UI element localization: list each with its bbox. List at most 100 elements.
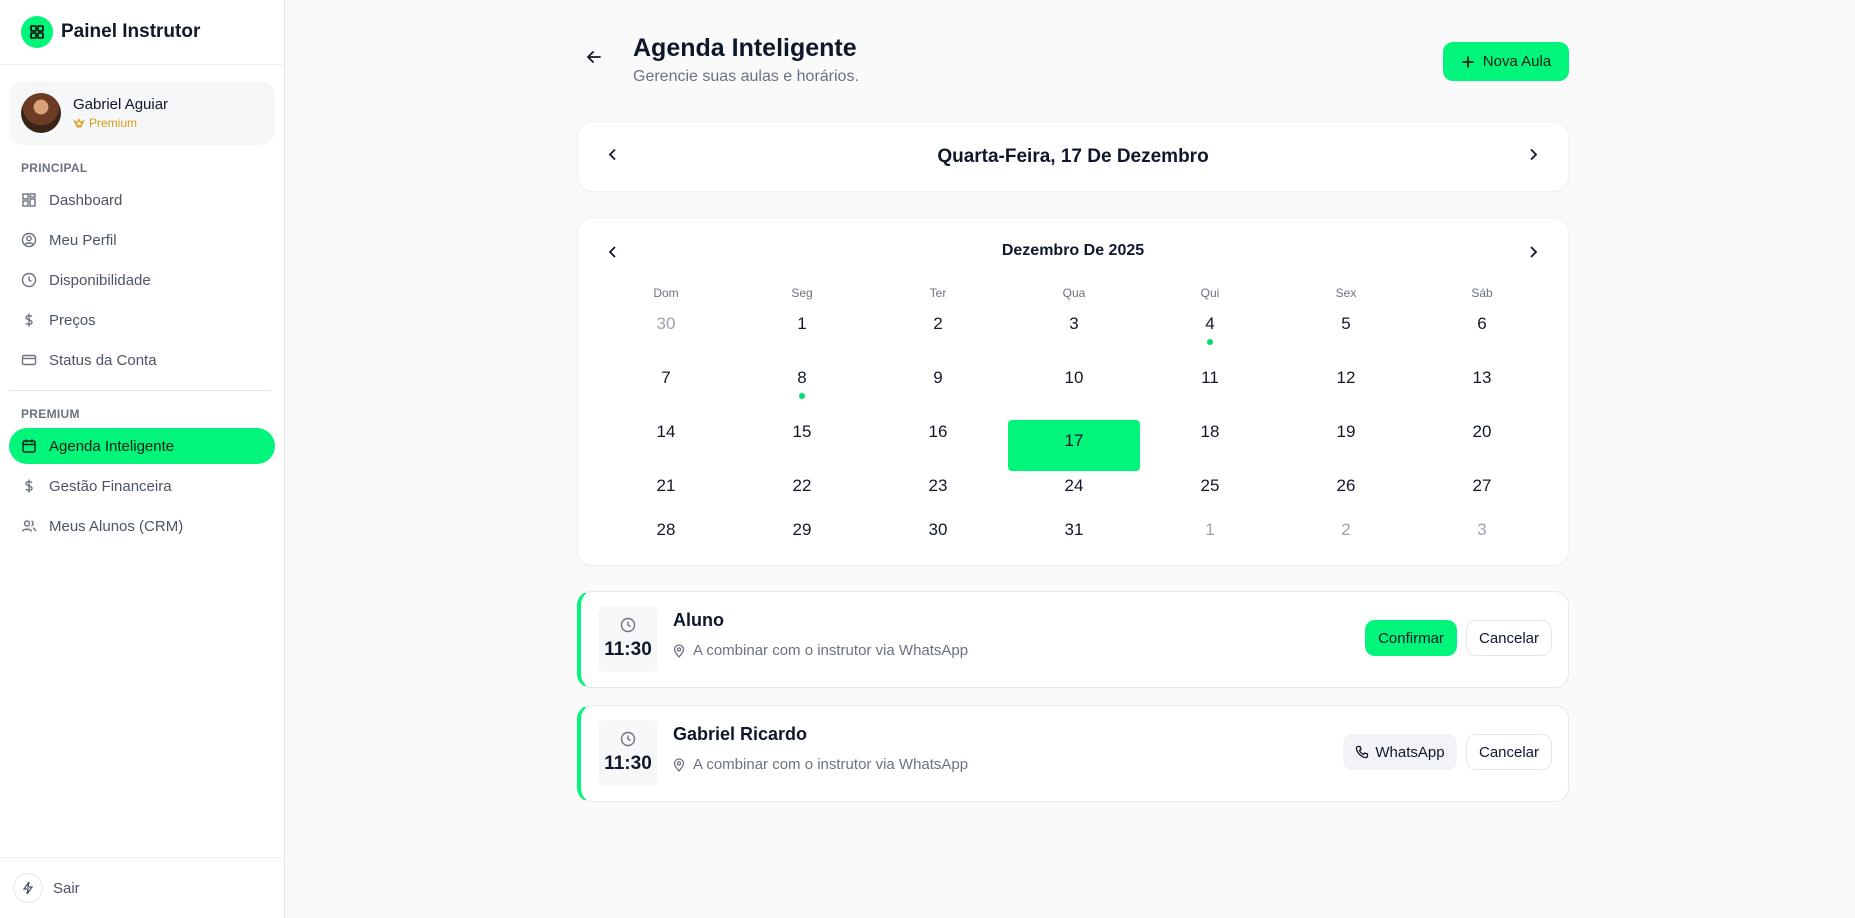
calendar-day[interactable]: 3 xyxy=(1414,518,1550,556)
calendar-day[interactable]: 22 xyxy=(734,474,870,518)
credit-card-icon xyxy=(21,354,37,366)
next-day-icon[interactable] xyxy=(1526,147,1540,166)
day-number: 19 xyxy=(1336,422,1356,441)
day-number: 10 xyxy=(1064,368,1084,387)
time-box: 11:30 xyxy=(598,606,658,672)
month-label: Dezembro De 2025 xyxy=(1001,242,1145,259)
calendar-day[interactable]: 6 xyxy=(1414,312,1550,366)
calendar-day[interactable]: 10 xyxy=(1006,366,1142,420)
calendar-day[interactable]: 30 xyxy=(598,312,734,366)
day-number: 17 xyxy=(1064,431,1084,450)
location-text: A combinar com o instrutor via WhatsApp xyxy=(693,756,969,773)
day-number: 2 xyxy=(933,314,943,333)
day-number: 25 xyxy=(1200,476,1220,495)
day-number: 31 xyxy=(1064,520,1084,539)
sidebar-item-status-da-conta[interactable]: Status da Conta xyxy=(9,342,275,378)
calendar-day[interactable]: 23 xyxy=(870,474,1006,518)
calendar-icon xyxy=(22,439,36,453)
calendar-day[interactable]: 31 xyxy=(1006,518,1142,556)
calendar-day[interactable]: 7 xyxy=(598,366,734,420)
day-number: 26 xyxy=(1336,476,1356,495)
confirm-button[interactable]: Confirmar xyxy=(1365,620,1457,656)
day-number: 30 xyxy=(928,520,948,539)
new-class-label: Nova Aula xyxy=(1482,53,1552,70)
calendar-day[interactable]: 27 xyxy=(1414,474,1550,518)
calendar-day[interactable]: 2 xyxy=(870,312,1006,366)
calendar-day[interactable]: 20 xyxy=(1414,420,1550,474)
calendar-day[interactable]: 11 xyxy=(1142,366,1278,420)
calendar-day-selected[interactable]: 17 xyxy=(1008,420,1140,471)
student-name: Gabriel Ricardo xyxy=(673,724,808,744)
calendar-day[interactable]: 18 xyxy=(1142,420,1278,474)
sidebar-item-meus-alunos[interactable]: Meus Alunos (CRM) xyxy=(9,508,275,544)
calendar-day[interactable]: 26 xyxy=(1278,474,1414,518)
calendar-day[interactable]: 25 xyxy=(1142,474,1278,518)
calendar-day[interactable]: 16 xyxy=(870,420,1006,474)
calendar-day[interactable]: 4 xyxy=(1142,312,1278,366)
sidebar-item-dashboard[interactable]: Dashboard xyxy=(9,182,275,218)
weekday-label: Sáb xyxy=(1471,286,1493,300)
calendar-day[interactable]: 2 xyxy=(1278,518,1414,556)
calendar-day[interactable]: 9 xyxy=(870,366,1006,420)
day-number: 5 xyxy=(1341,314,1351,333)
calendar-day[interactable]: 3 xyxy=(1006,312,1142,366)
day-number: 3 xyxy=(1069,314,1079,333)
map-pin-icon xyxy=(673,757,685,772)
whatsapp-button[interactable]: WhatsApp xyxy=(1343,734,1457,770)
calendar-day[interactable]: 30 xyxy=(870,518,1006,556)
day-number: 11 xyxy=(1201,368,1219,387)
calendar-day[interactable]: 24 xyxy=(1006,474,1142,518)
student-name: Aluno xyxy=(673,610,724,630)
sidebar-item-label: Meu Perfil xyxy=(49,231,117,249)
new-class-button[interactable]: Nova Aula xyxy=(1443,42,1569,81)
user-name: Gabriel Aguiar xyxy=(73,96,169,113)
calendar-day[interactable]: 5 xyxy=(1278,312,1414,366)
cancel-button[interactable]: Cancelar xyxy=(1466,620,1552,656)
day-number: 1 xyxy=(1205,520,1215,539)
calendar-day[interactable]: 14 xyxy=(598,420,734,474)
user-card[interactable]: Gabriel Aguiar Premium xyxy=(9,81,275,145)
sidebar-item-label: Gestão Financeira xyxy=(49,477,172,495)
avatar xyxy=(21,93,61,133)
page-subtitle: Gerencie suas aulas e horários. xyxy=(633,68,859,85)
calendar-day[interactable]: 28 xyxy=(598,518,734,556)
grid-icon xyxy=(21,16,53,48)
calendar-day[interactable]: 8 xyxy=(734,366,870,420)
appointment-card[interactable]: 11:30 Gabriel Ricardo A combinar com o i… xyxy=(577,705,1569,802)
current-date: Quarta-Feira, 17 De Dezembro xyxy=(937,145,1209,167)
day-number: 29 xyxy=(792,520,812,539)
calendar-day[interactable]: 29 xyxy=(734,518,870,556)
day-number: 12 xyxy=(1336,368,1356,387)
sidebar-item-precos[interactable]: Preços xyxy=(9,302,275,338)
calendar-day[interactable]: 1 xyxy=(1142,518,1278,556)
calendar-day[interactable]: 1 xyxy=(734,312,870,366)
event-dot xyxy=(1207,339,1213,345)
sidebar-item-label: Status da Conta xyxy=(49,351,157,369)
next-month-icon[interactable] xyxy=(1526,245,1540,264)
sidebar-item-gestao-financeira[interactable]: Gestão Financeira xyxy=(9,468,275,504)
calendar: Dezembro De 2025 Dom Seg Ter Qua Qui Sex Sáb 3… xyxy=(577,217,1569,566)
prev-day-icon[interactable] xyxy=(606,147,620,166)
calendar-day[interactable]: 21 xyxy=(598,474,734,518)
weekday-label: Ter xyxy=(929,286,947,300)
whatsapp-label: WhatsApp xyxy=(1375,743,1445,761)
cancel-button[interactable]: Cancelar xyxy=(1466,734,1552,770)
sidebar-item-meu-perfil[interactable]: Meu Perfil xyxy=(9,222,275,258)
sidebar-item-disponibilidade[interactable]: Disponibilidade xyxy=(9,262,275,298)
day-number: 22 xyxy=(792,476,812,495)
calendar-day[interactable]: 13 xyxy=(1414,366,1550,420)
phone-icon xyxy=(1356,745,1369,759)
calendar-day[interactable]: 19 xyxy=(1278,420,1414,474)
back-arrow-icon[interactable] xyxy=(585,48,603,71)
appointment-card[interactable]: 11:30 Aluno A combinar com o instrutor v… xyxy=(577,591,1569,688)
calendar-day[interactable]: 12 xyxy=(1278,366,1414,420)
weekday-label: Qui xyxy=(1200,286,1220,300)
clock-icon xyxy=(620,617,636,633)
sidebar-item-agenda-inteligente[interactable]: Agenda Inteligente xyxy=(9,428,275,464)
logout-button[interactable]: Sair xyxy=(0,857,284,918)
sidebar: Painel Instrutor Gabriel Aguiar Premium … xyxy=(0,0,285,918)
calendar-day[interactable]: 15 xyxy=(734,420,870,474)
day-number: 1 xyxy=(797,314,807,333)
page-header: Agenda Inteligente Gerencie suas aulas e… xyxy=(577,0,1569,120)
grid-icon xyxy=(22,193,36,207)
